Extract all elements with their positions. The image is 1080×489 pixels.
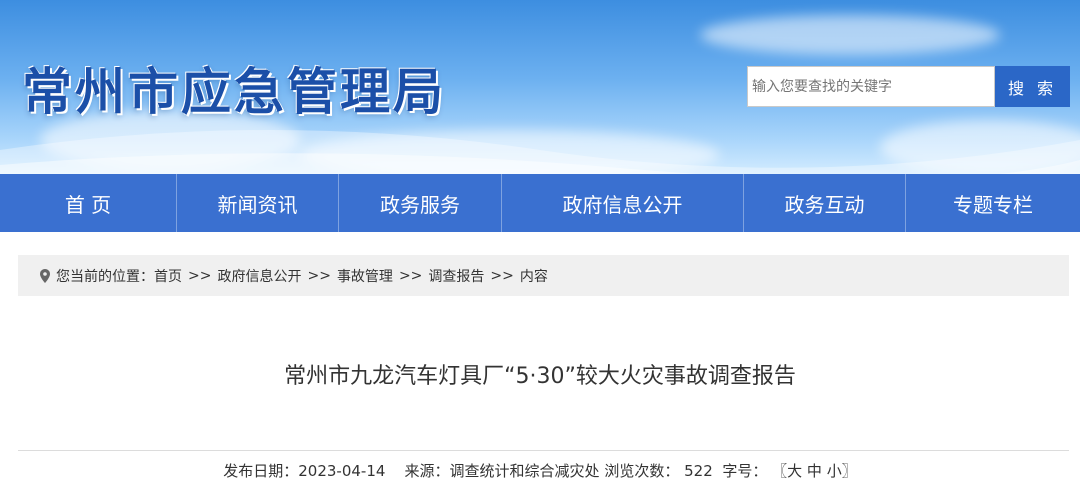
main-nav: 首 页 新闻资讯 政务服务 政府信息公开 政务互动 专题专栏: [0, 174, 1080, 232]
article-meta: 发布日期：2023-04-14 来源：调查统计和综合减灾处 浏览次数： 522 …: [0, 460, 1080, 481]
header-banner: 常州市应急管理局 搜 索: [0, 0, 1080, 174]
breadcrumb-investigation-reports[interactable]: 调查报告: [428, 266, 484, 286]
breadcrumb-home[interactable]: 首页: [154, 266, 182, 286]
breadcrumb-current: 内容: [519, 268, 548, 285]
divider: [18, 450, 1069, 451]
search-input[interactable]: [747, 66, 995, 107]
location-pin-icon: [40, 268, 50, 283]
nav-item-topics[interactable]: 专题专栏: [906, 174, 1080, 232]
site-title: 常州市应急管理局: [22, 62, 446, 121]
breadcrumb-separator: >>: [398, 267, 423, 284]
font-size-label: 字号：: [722, 462, 768, 480]
breadcrumb-accident-management[interactable]: 事故管理: [337, 266, 393, 286]
views-label: 浏览次数：: [604, 462, 680, 480]
publish-date: 2023-04-14: [298, 462, 386, 480]
breadcrumb-separator: >>: [188, 267, 212, 284]
breadcrumb-separator: >>: [490, 267, 514, 284]
article-title: 常州市九龙汽车灯具厂“5·30”较大火灾事故调查报告: [284, 364, 796, 389]
nav-item-interaction[interactable]: 政务互动: [744, 174, 906, 232]
breadcrumb: 您当前的位置： 首页 >> 政府信息公开 >> 事故管理 >> 调查报告 >> …: [18, 255, 1069, 296]
breadcrumb-separator: >>: [307, 267, 331, 284]
breadcrumb-info-disclosure[interactable]: 政府信息公开: [217, 266, 301, 286]
nav-item-news[interactable]: 新闻资讯: [177, 174, 339, 232]
font-size-medium-button[interactable]: 中: [807, 462, 822, 480]
nav-item-info-disclosure[interactable]: 政府信息公开: [502, 174, 744, 232]
bracket-open: 〖: [772, 462, 788, 480]
search-button[interactable]: 搜 索: [995, 66, 1070, 107]
source-label: 来源：: [404, 462, 450, 480]
nav-item-home[interactable]: 首 页: [0, 174, 177, 232]
source: 调查统计和综合减灾处: [449, 462, 600, 480]
nav-item-services[interactable]: 政务服务: [339, 174, 502, 232]
view-count: 522: [684, 462, 713, 480]
breadcrumb-label: 您当前的位置：: [56, 268, 154, 285]
bracket-close: 〗: [841, 462, 857, 480]
font-size-small-button[interactable]: 小: [827, 462, 842, 480]
font-size-large-button[interactable]: 大: [787, 462, 802, 480]
publish-date-label: 发布日期：: [223, 462, 299, 480]
